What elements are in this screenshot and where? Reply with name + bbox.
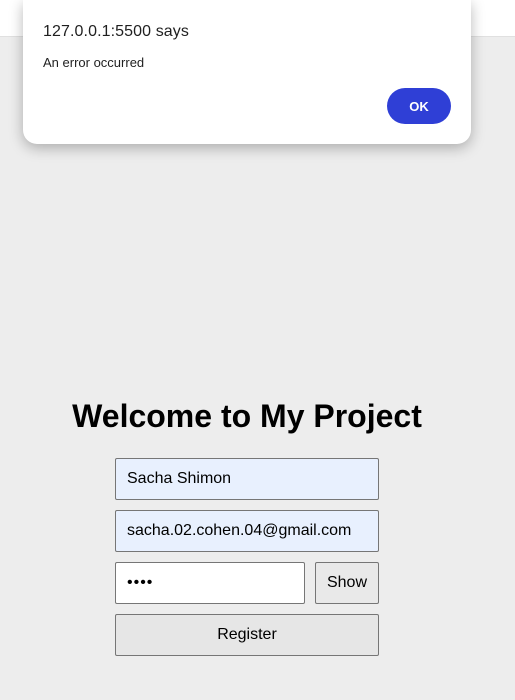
name-field[interactable]: [115, 458, 379, 500]
page-title: Welcome to My Project: [72, 398, 422, 434]
alert-message: An error occurred: [43, 55, 145, 70]
alert-dialog: 127.0.0.1:5500 says An error occurred OK: [23, 0, 471, 144]
password-field[interactable]: [115, 562, 305, 604]
email-field[interactable]: [115, 510, 379, 552]
alert-title: 127.0.0.1:5500 says: [43, 23, 190, 40]
register-button[interactable]: Register: [115, 614, 379, 656]
show-password-button[interactable]: Show: [315, 562, 379, 604]
alert-ok-button[interactable]: OK: [387, 88, 451, 124]
